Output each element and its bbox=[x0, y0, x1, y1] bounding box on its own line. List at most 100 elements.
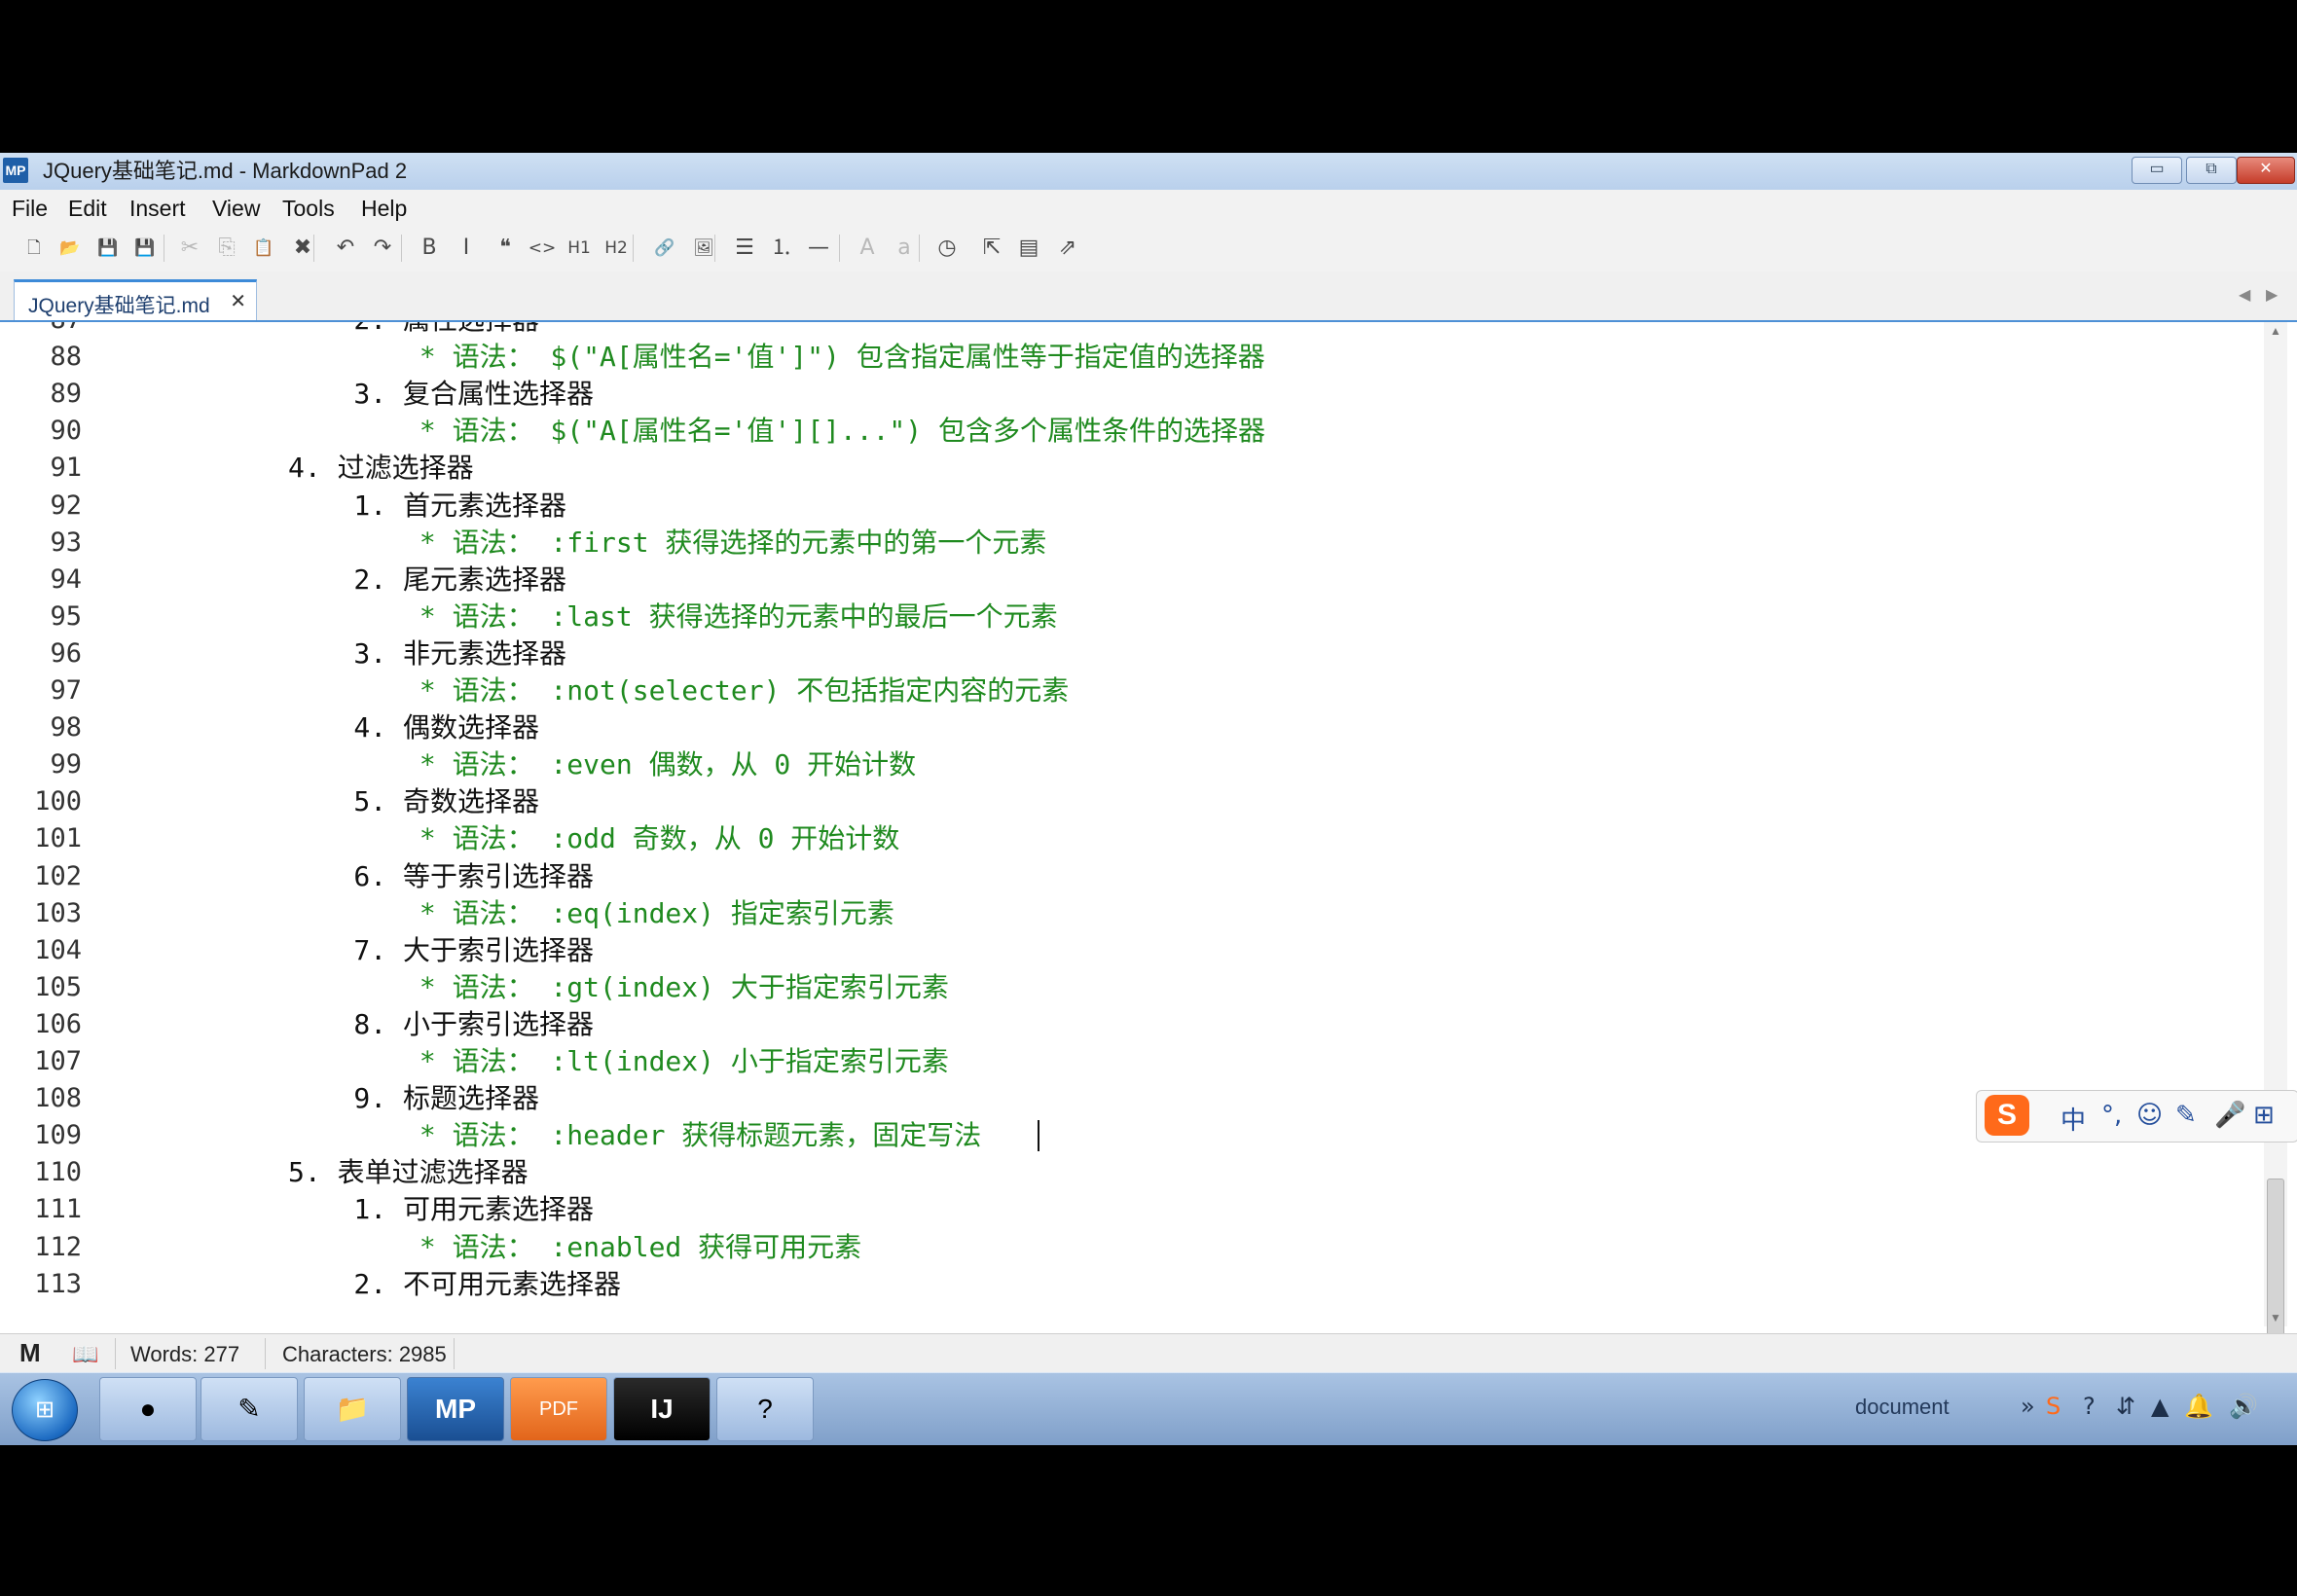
tab-document[interactable]: JQuery基础笔记.md ✕ bbox=[14, 279, 257, 320]
editor-line[interactable]: 8. 小于索引选择器 bbox=[288, 1006, 594, 1043]
ime-menu-icon[interactable]: ⊞ bbox=[2253, 1101, 2275, 1130]
tray-up-arrow-icon[interactable]: ▲ bbox=[2151, 1393, 2169, 1420]
lowercase-icon[interactable]: a bbox=[890, 234, 919, 263]
tab-scroll-right-icon[interactable]: ▶ bbox=[2266, 285, 2278, 305]
menu-edit[interactable]: Edit bbox=[68, 195, 107, 222]
tray-volume-icon[interactable]: 🔊 bbox=[2229, 1393, 2258, 1420]
paste-icon[interactable]: 📋 bbox=[249, 234, 278, 263]
unordered-list-icon[interactable]: ☰ bbox=[730, 234, 759, 263]
sogou-logo-icon[interactable]: S bbox=[1985, 1095, 2029, 1136]
editor-line[interactable]: 5. 表单过滤选择器 bbox=[288, 1154, 529, 1191]
taskbar-app-pdf[interactable]: PDF bbox=[510, 1377, 607, 1441]
menu-file[interactable]: File bbox=[12, 195, 48, 222]
minimize-button[interactable]: ▭ bbox=[2132, 157, 2182, 184]
vertical-scrollbar[interactable]: ▲ ▼ bbox=[2264, 322, 2287, 1373]
tray-notification-icon[interactable]: 🔔 bbox=[2184, 1393, 2213, 1420]
editor-line[interactable]: 6. 等于索引选择器 bbox=[288, 858, 594, 895]
tray-sogou-icon[interactable]: S bbox=[2046, 1393, 2060, 1420]
editor-line[interactable]: 2. 属性选择器 bbox=[288, 322, 539, 339]
editor-line[interactable]: * 语法： :not(selecter) 不包括指定内容的元素 bbox=[288, 672, 1069, 709]
editor-line[interactable]: * 语法： :last 获得选择的元素中的最后一个元素 bbox=[288, 598, 1058, 635]
editor-line[interactable]: * 语法： :first 获得选择的元素中的第一个元素 bbox=[288, 525, 1047, 562]
h1-icon[interactable]: H1 bbox=[565, 234, 594, 263]
editor-line[interactable]: * 语法： :header 获得标题元素，固定写法 bbox=[288, 1117, 981, 1154]
ime-emoji-icon[interactable]: ☺ bbox=[2136, 1101, 2163, 1130]
taskbar-app-markdownpad[interactable]: MP bbox=[407, 1377, 504, 1441]
preview-icon[interactable]: ▤ bbox=[1014, 234, 1043, 263]
editor-line[interactable]: 1. 首元素选择器 bbox=[288, 488, 566, 525]
line-number: 90 bbox=[50, 416, 82, 447]
line-number: 95 bbox=[50, 600, 82, 632]
uppercase-icon[interactable]: A bbox=[853, 234, 882, 263]
tab-scroll-left-icon[interactable]: ◀ bbox=[2239, 285, 2250, 305]
tab-close-icon[interactable]: ✕ bbox=[230, 289, 246, 313]
ime-punctuation-icon[interactable]: °, bbox=[2101, 1101, 2122, 1130]
editor-text[interactable]: 2. 属性选择器 * 语法： $("A[属性名='值']") 包含指定属性等于指… bbox=[103, 322, 2262, 1326]
tray-help-icon[interactable]: ? bbox=[2083, 1393, 2096, 1420]
preview-toggle-icon[interactable]: 📖 bbox=[72, 1342, 98, 1367]
cut-icon[interactable]: ✂ bbox=[175, 234, 204, 263]
editor-pane[interactable]: 87 88 89 90 91 92 93 94 95 96 97 98 99 100 101 102 103 10… bbox=[10, 322, 2262, 1326]
link-icon[interactable]: 🔗 bbox=[650, 234, 679, 263]
blockquote-icon[interactable]: ❝ bbox=[491, 234, 520, 263]
ime-toolbar[interactable]: S 中 °, ☺ ✎ 🎤 ⊞ bbox=[1976, 1090, 2297, 1143]
menu-tools[interactable]: Tools bbox=[282, 195, 335, 222]
editor-line[interactable]: * 语法： $("A[属性名='值']") 包含指定属性等于指定值的选择器 bbox=[288, 339, 1265, 376]
editor-line[interactable]: * 语法： :eq(index) 指定索引元素 bbox=[288, 895, 894, 932]
editor-line[interactable]: * 语法： $("A[属性名='值'][]...") 包含多个属性条件的选择器 bbox=[288, 413, 1265, 450]
horizontal-rule-icon[interactable]: — bbox=[804, 234, 833, 263]
editor-line[interactable]: * 语法： :gt(index) 大于指定索引元素 bbox=[288, 969, 949, 1006]
editor-line[interactable]: 3. 非元素选择器 bbox=[288, 635, 566, 672]
taskbar-app-ball[interactable]: ● bbox=[99, 1377, 197, 1441]
undo-icon[interactable]: ↶ bbox=[331, 234, 360, 263]
line-number: 104 bbox=[34, 934, 82, 965]
h2-icon[interactable]: H2 bbox=[602, 234, 631, 263]
title-bar[interactable]: MP JQuery基础笔记.md - MarkdownPad 2 ▭ ⧉ ✕ bbox=[0, 153, 2297, 191]
start-button[interactable]: ⊞ bbox=[12, 1379, 78, 1441]
export-icon[interactable]: ⇱ bbox=[977, 234, 1006, 263]
markdown-mode-icon[interactable]: M bbox=[19, 1338, 41, 1368]
editor-line[interactable]: * 语法： :even 偶数，从 0 开始计数 bbox=[288, 746, 916, 783]
close-button[interactable]: ✕ bbox=[2237, 157, 2295, 184]
editor-line[interactable]: 1. 可用元素选择器 bbox=[288, 1191, 594, 1228]
scroll-up-icon[interactable]: ▲ bbox=[2270, 324, 2281, 338]
menu-insert[interactable]: Insert bbox=[129, 195, 186, 222]
tray-network-icon[interactable]: ⇵ bbox=[2116, 1393, 2135, 1420]
line-number: 103 bbox=[34, 897, 82, 928]
menu-view[interactable]: View bbox=[212, 195, 260, 222]
redo-icon[interactable]: ↷ bbox=[368, 234, 397, 263]
open-folder-icon[interactable]: 📂 bbox=[55, 234, 85, 263]
taskbar-app-pencil[interactable]: ✎ bbox=[201, 1377, 298, 1441]
copy-icon[interactable]: ⎘ bbox=[212, 234, 241, 263]
maximize-button[interactable]: ⧉ bbox=[2186, 157, 2237, 184]
scroll-down-icon[interactable]: ▼ bbox=[2270, 1311, 2281, 1324]
editor-line[interactable]: * 语法： :odd 奇数，从 0 开始计数 bbox=[288, 820, 899, 857]
editor-line[interactable]: 7. 大于索引选择器 bbox=[288, 932, 594, 969]
ime-chinese-mode[interactable]: 中 bbox=[2060, 1101, 2086, 1137]
new-document-icon[interactable]: 🗋 bbox=[19, 234, 49, 263]
editor-line[interactable]: * 语法： :lt(index) 小于指定索引元素 bbox=[288, 1043, 949, 1080]
timestamp-icon[interactable]: ◷ bbox=[932, 234, 962, 263]
menu-help[interactable]: Help bbox=[361, 195, 407, 222]
code-icon[interactable]: <> bbox=[528, 234, 557, 263]
taskbar-app-intellij[interactable]: IJ bbox=[613, 1377, 711, 1441]
editor-line[interactable]: * 语法： :enabled 获得可用元素 bbox=[288, 1229, 861, 1266]
editor-line[interactable]: 2. 尾元素选择器 bbox=[288, 562, 566, 598]
editor-line[interactable]: 5. 奇数选择器 bbox=[288, 783, 539, 820]
editor-line[interactable]: 4. 过滤选择器 bbox=[288, 450, 474, 487]
italic-icon[interactable]: I bbox=[452, 234, 481, 263]
ime-voice-icon[interactable]: 🎤 bbox=[2214, 1101, 2245, 1130]
taskbar-app-help[interactable]: ? bbox=[716, 1377, 814, 1441]
save-icon[interactable]: 💾 bbox=[93, 234, 123, 263]
share-icon[interactable]: ⇗ bbox=[1053, 234, 1082, 263]
editor-line[interactable]: 3. 复合属性选择器 bbox=[288, 376, 594, 413]
ordered-list-icon[interactable]: ⒈ bbox=[767, 234, 796, 263]
editor-line[interactable]: 9. 标题选择器 bbox=[288, 1080, 539, 1117]
tray-overflow-icon[interactable]: » bbox=[2021, 1393, 2035, 1420]
taskbar-app-explorer[interactable]: 📁 bbox=[304, 1377, 401, 1441]
save-all-icon[interactable]: 💾 bbox=[130, 234, 160, 263]
editor-line[interactable]: 2. 不可用元素选择器 bbox=[288, 1266, 621, 1303]
editor-line[interactable]: 4. 偶数选择器 bbox=[288, 709, 539, 746]
ime-handwrite-icon[interactable]: ✎ bbox=[2175, 1101, 2197, 1130]
bold-icon[interactable]: B bbox=[415, 234, 444, 263]
